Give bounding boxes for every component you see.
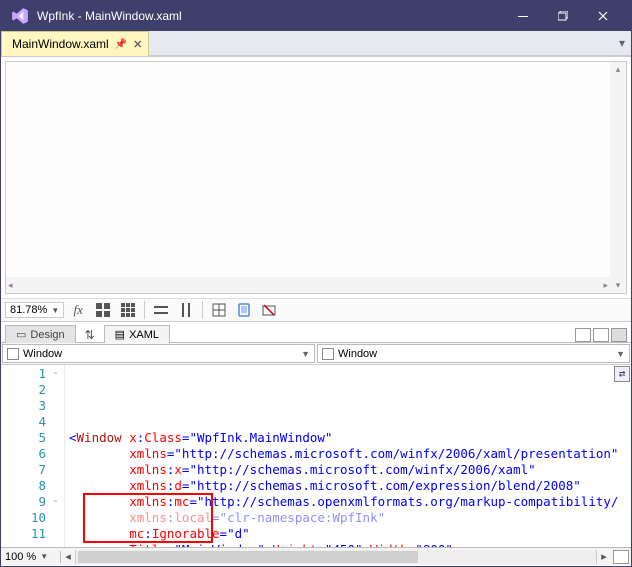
pin-icon[interactable]: 📌	[115, 39, 127, 50]
scope-member-label: Window	[338, 348, 377, 360]
document-tab-bar: MainWindow.xaml 📌 ✕ ▾	[1, 31, 631, 57]
hscroll-left[interactable]: ◂	[61, 550, 75, 563]
tab-xaml[interactable]: ▤ XAML	[104, 325, 170, 343]
window-type-icon	[322, 348, 334, 360]
xaml-icon: ▤	[115, 328, 125, 341]
device-preview-icon[interactable]	[233, 300, 255, 320]
editor-zoom-value: 100 %	[5, 551, 36, 563]
scope-type-label: Window	[23, 348, 62, 360]
code-line[interactable]: xmlns="http://schemas.microsoft.com/winf…	[69, 446, 627, 462]
toolbar-separator	[144, 301, 145, 319]
grid9-icon[interactable]	[117, 300, 139, 320]
code-body[interactable]: ⇄ <Window x:Class="WpfInk.MainWindow" xm…	[65, 365, 631, 547]
vs-logo-icon	[9, 7, 31, 25]
zoom-value: 81.78%	[10, 304, 47, 316]
tab-xaml-label: XAML	[129, 329, 159, 341]
editor-bottom-bar: 100 % ▼ ◂ ▸	[1, 547, 631, 565]
design-surface[interactable]: ▴▾ ◂▸	[5, 61, 627, 294]
designer-xaml-tabs: ▭ Design ⇅ ▤ XAML	[1, 322, 631, 343]
close-button[interactable]	[583, 1, 623, 31]
design-icon: ▭	[16, 328, 26, 341]
snap-vertical-icon[interactable]	[175, 300, 197, 320]
title-bar: WpfInk - MainWindow.xaml	[1, 1, 631, 31]
scope-member-combo[interactable]: Window ▼	[317, 344, 630, 363]
split-horizontal-button[interactable]	[593, 328, 609, 342]
tab-close-icon[interactable]: ✕	[133, 38, 142, 51]
snap-toggle-icon[interactable]	[208, 300, 230, 320]
split-vertical-button[interactable]	[575, 328, 591, 342]
tab-overflow[interactable]: ▾	[149, 31, 631, 56]
code-line[interactable]: mc:Ignorable="d"	[69, 526, 627, 542]
tab-design[interactable]: ▭ Design	[5, 325, 76, 343]
window-title: WpfInk - MainWindow.xaml	[31, 9, 503, 23]
document-tab-label: MainWindow.xaml	[12, 37, 109, 51]
toolbar-separator	[202, 301, 203, 319]
chevron-down-icon: ▼	[51, 306, 59, 315]
restore-button[interactable]	[543, 1, 583, 31]
effects-button[interactable]: fx	[67, 300, 89, 320]
split-editor-button[interactable]	[613, 550, 629, 564]
designer-toolbar: 81.78% ▼ fx	[1, 298, 631, 322]
hscroll-right[interactable]: ▸	[597, 550, 611, 563]
chevron-down-icon: ▼	[616, 349, 625, 359]
collapse-pane-button[interactable]	[611, 328, 627, 342]
code-line[interactable]: <Window x:Class="WpfInk.MainWindow"	[69, 430, 627, 446]
design-vscroll[interactable]: ▴▾	[610, 62, 626, 293]
zoom-combo[interactable]: 81.78% ▼	[5, 302, 64, 318]
grid4-icon[interactable]	[92, 300, 114, 320]
code-line[interactable]: Title="MainWindow" Height="450" Width="8…	[69, 542, 627, 547]
line-number-gutter: - - 1234567891011	[1, 365, 65, 547]
hscroll-thumb[interactable]	[78, 551, 418, 563]
sync-views-icon[interactable]: ⇄	[614, 366, 630, 382]
design-hscroll[interactable]: ◂▸	[6, 277, 610, 293]
disable-code-icon[interactable]	[258, 300, 280, 320]
chevron-down-icon: ▼	[40, 552, 48, 561]
editor-zoom-combo[interactable]: 100 % ▼	[1, 551, 61, 563]
tab-design-label: Design	[30, 329, 64, 341]
code-line[interactable]: xmlns:x="http://schemas.microsoft.com/wi…	[69, 462, 627, 478]
window-type-icon	[7, 348, 19, 360]
hscroll-track[interactable]	[75, 550, 597, 564]
swap-panes-icon[interactable]: ⇅	[82, 328, 98, 342]
pane-layout-buttons	[575, 328, 631, 342]
snap-horizontal-icon[interactable]	[150, 300, 172, 320]
chevron-down-icon: ▼	[301, 349, 310, 359]
scope-type-combo[interactable]: Window ▼	[2, 344, 315, 363]
code-line[interactable]: xmlns:local="clr-namespace:WpfInk"	[69, 510, 627, 526]
minimize-button[interactable]	[503, 1, 543, 31]
document-tab[interactable]: MainWindow.xaml 📌 ✕	[1, 31, 149, 56]
scope-bar: Window ▼ Window ▼	[1, 343, 631, 365]
xaml-editor[interactable]: - - 1234567891011 ⇄ <Window x:Class="Wpf…	[1, 365, 631, 547]
code-line[interactable]: xmlns:d="http://schemas.microsoft.com/ex…	[69, 478, 627, 494]
code-line[interactable]: xmlns:mc="http://schemas.openxmlformats.…	[69, 494, 627, 510]
